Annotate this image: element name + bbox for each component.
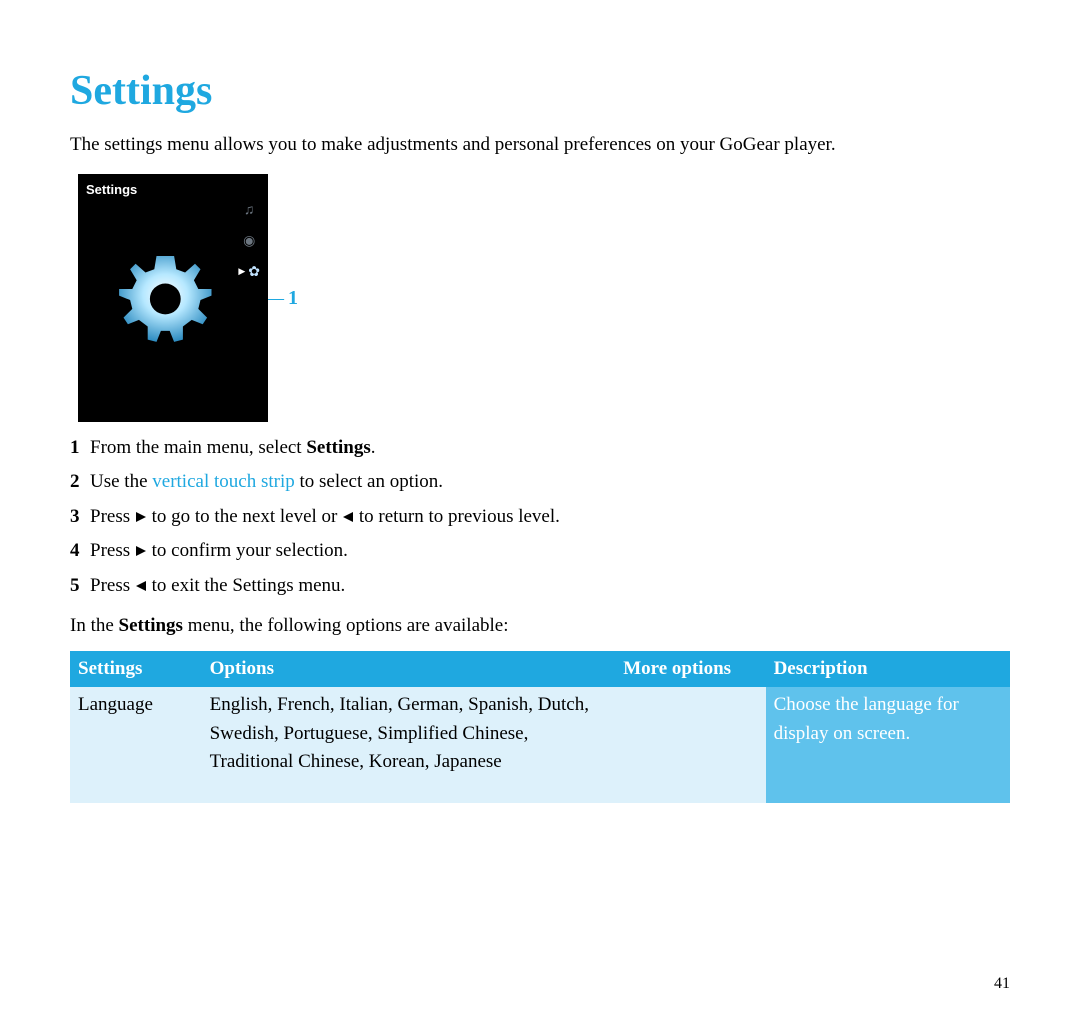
step-2-text-a: Use the [90,471,152,492]
th-description: Description [766,651,1010,688]
intro-text: The settings menu allows you to make adj… [70,131,1010,160]
play-right-icon [135,545,147,557]
step-3-text-a: Press [90,506,135,527]
steps-list: 1From the main menu, select Settings. 2U… [70,434,1010,601]
table-row: Language English, French, Italian, Germa… [70,687,1010,803]
options-table: Settings Options More options Descriptio… [70,651,1010,803]
th-settings: Settings [70,651,202,688]
music-icon: ♫ [244,200,255,221]
th-options: Options [202,651,616,688]
step-1-text-c: . [371,437,376,458]
gear-icon-small: ✿ [248,262,260,283]
td-options: English, French, Italian, German, Spanis… [202,687,616,803]
step-2-text-c: to select an option. [295,471,443,492]
after-steps-text: In the Settings menu, the following opti… [70,612,1010,641]
device-side-icons: ♫ ◉ ▶ ✿ [238,200,260,283]
after-b: Settings [119,615,183,636]
device-screenshot-row: Settings ♫ ◉ ▶ ✿ [78,174,1010,422]
step-2: 2Use the vertical touch strip to select … [70,468,1010,497]
td-more [615,687,765,803]
vertical-touch-strip-link[interactable]: vertical touch strip [152,471,294,492]
table-header-row: Settings Options More options Descriptio… [70,651,1010,688]
step-1-text-a: From the main menu, select [90,437,306,458]
td-setting: Language [70,687,202,803]
page-title: Settings [70,60,1010,123]
callout: — 1 [264,283,298,313]
step-4: 4Press to confirm your selection. [70,537,1010,566]
step-3: 3Press to go to the next level or to ret… [70,503,1010,532]
play-left-icon [342,511,354,523]
callout-number: 1 [288,283,298,313]
play-left-icon [135,580,147,592]
step-5: 5Press to exit the Settings menu. [70,572,1010,601]
after-c: menu, the following options are availabl… [183,615,509,636]
step-5-text-a: Press [90,575,135,596]
gear-icon [113,248,223,368]
step-4-text-b: to confirm your selection. [147,540,348,561]
chevron-right-icon: ▶ [238,265,245,279]
page-number: 41 [994,972,1010,996]
after-a: In the [70,615,119,636]
play-right-icon [135,511,147,523]
selected-gear-row: ▶ ✿ [238,262,260,283]
step-5-text-b: to exit the Settings menu. [147,575,345,596]
device-title: Settings [86,180,260,200]
step-3-text-b: to go to the next level or [147,506,342,527]
device-screen: Settings ♫ ◉ ▶ ✿ [78,174,268,422]
th-more-options: More options [615,651,765,688]
td-description: Choose the language for display on scree… [766,687,1010,803]
step-4-text-a: Press [90,540,135,561]
step-1-bold: Settings [306,437,370,458]
step-3-text-c: to return to previous level. [354,506,560,527]
step-1: 1From the main menu, select Settings. [70,434,1010,463]
camera-icon: ◉ [243,231,255,252]
